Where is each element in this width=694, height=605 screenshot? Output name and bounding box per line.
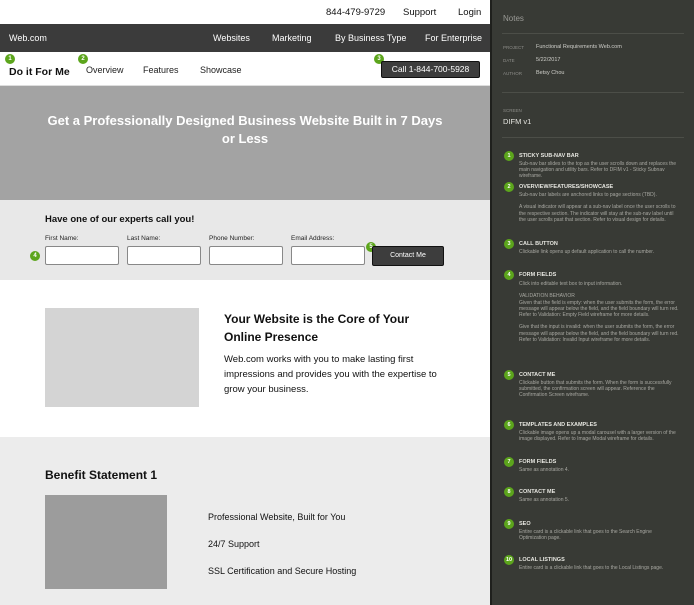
screen-key: SCREEN [503,108,522,113]
benefit-section: Benefit Statement 1 Professional Website… [0,437,490,605]
note-text: Clickable link opens up default applicat… [519,249,655,255]
note-text: Entire card is a clickable link that goe… [519,529,652,542]
note-text: Sub-nav bar labels are anchored links to… [519,192,676,223]
notes-divider [502,92,684,93]
note-title: CONTACT ME [519,372,556,378]
note-title: CONTACT ME [519,489,556,495]
note-title: LOCAL LISTINGS [519,557,565,563]
benefit-item: SSL Certification and Secure Hosting [208,566,357,576]
hero-banner: Get a Professionally Designed Business W… [0,86,490,200]
utility-phone-link[interactable]: 844-479-9729 [326,7,385,18]
note-badge: 6 [504,420,514,430]
utility-login-link[interactable]: Login [458,7,481,18]
note-badge: 3 [504,239,514,249]
note-text: Sub-nav bar slides to the top as the use… [519,161,677,180]
note-title: OVERVIEW/FEATURES/SHOWCASE [519,184,614,190]
note-badge: 9 [504,519,514,529]
note-title: TEMPLATES AND EXAMPLES [519,422,597,428]
notes-title: Notes [503,14,524,23]
note-text: Click into editable text box to input in… [519,281,679,343]
note-text: Clickable image opens up a modal carouse… [519,430,676,443]
hero-headline: Get a Professionally Designed Business W… [47,113,443,146]
about-heading: Your Website is the Core of Your Online … [224,312,410,344]
meta-project-key: PROJECT [503,45,525,50]
note-badge: 4 [504,270,514,280]
email-address-label: Email Address: [291,235,335,242]
first-name-field[interactable] [45,246,119,265]
note-title: SEO [519,521,531,527]
note-badge: 5 [504,370,514,380]
sub-nav-showcase[interactable]: Showcase [200,65,242,75]
notes-divider [502,137,684,138]
last-name-label: Last Name: [127,235,161,242]
notes-panel: Notes PROJECT Functional Requirements We… [490,0,694,605]
utility-support-link[interactable]: Support [403,7,436,18]
sub-nav: 1 Do it For Me 2 Overview Features Showc… [0,52,490,86]
form-title: Have one of our experts call you! [45,214,195,225]
about-section: Your Website is the Core of Your Online … [0,280,490,437]
phone-number-label: Phone Number: [209,235,255,242]
note-text: Clickable button that submits the form. … [519,380,672,399]
utility-bar: 844-479-9729 Support Login [0,0,490,24]
benefit-image-placeholder[interactable] [45,495,167,589]
meta-date-key: DATE [503,58,515,63]
email-address-field[interactable] [291,246,365,265]
note-title: CALL BUTTON [519,241,558,247]
note-badge: 1 [504,151,514,161]
main-nav-by-business-type[interactable]: By Business Type [335,33,406,43]
phone-number-field[interactable] [209,246,283,265]
sub-nav-features[interactable]: Features [143,65,179,75]
about-image-placeholder [45,308,199,407]
notes-divider [502,33,684,34]
note-badge: 10 [504,555,514,565]
meta-author-value: Betsy Chou [536,70,565,76]
main-nav: Web.com Websites Marketing By Business T… [0,24,490,52]
last-name-field[interactable] [127,246,201,265]
sub-nav-brand[interactable]: Do it For Me [9,66,70,78]
wireframe-canvas: 844-479-9729 Support Login Web.com Websi… [0,0,490,605]
main-nav-for-enterprise[interactable]: For Enterprise [425,33,482,43]
main-nav-websites[interactable]: Websites [213,33,250,43]
note-text: Same as annotation 5. [519,497,570,503]
meta-author-key: AUTHOR [503,71,522,76]
annotation-badge-2: 2 [78,54,88,64]
screen-value: DIFM v1 [503,117,532,126]
meta-date-value: 5/22/2017 [536,57,561,63]
note-text: Same as annotation 4. [519,467,570,473]
benefit-heading: Benefit Statement 1 [45,468,158,482]
note-text: Entire card is a clickable link that goe… [519,565,664,571]
sub-nav-overview[interactable]: Overview [86,65,124,75]
benefit-item: Professional Website, Built for You [208,512,346,522]
site-logo[interactable]: Web.com [9,33,47,43]
benefit-item: 24/7 Support [208,539,260,549]
callback-form: Have one of our experts call you! First … [0,200,490,280]
call-button[interactable]: Call 1-844-700-5928 [381,61,480,78]
note-title: FORM FIELDS [519,272,557,278]
annotation-badge-1: 1 [5,54,15,64]
contact-me-button[interactable]: Contact Me [372,246,444,266]
note-badge: 8 [504,487,514,497]
meta-project-value: Functional Requirements Web.com [536,44,622,50]
first-name-label: First Name: [45,235,79,242]
note-badge: 2 [504,182,514,192]
note-title: STICKY SUB-NAV BAR [519,153,579,159]
about-body: Web.com works with you to make lasting f… [224,354,437,395]
note-badge: 7 [504,457,514,467]
annotation-badge-4: 4 [30,251,40,261]
note-title: FORM FIELDS [519,459,557,465]
main-nav-marketing[interactable]: Marketing [272,33,312,43]
